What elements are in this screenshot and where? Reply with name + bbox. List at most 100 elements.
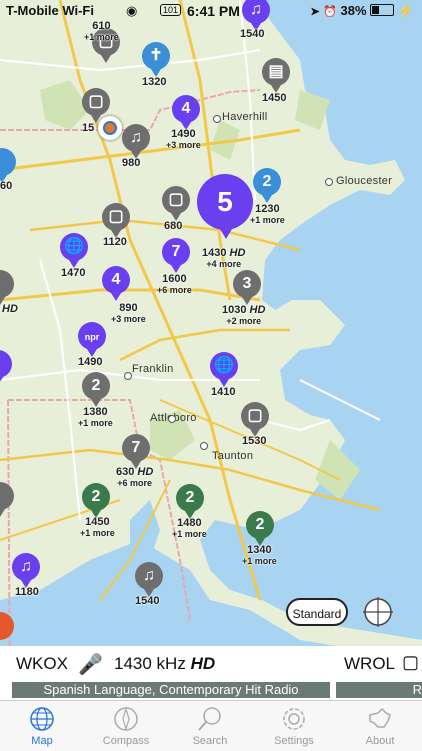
place-gloucester: Gloucester <box>336 175 393 187</box>
chat-bubble-icon: ▢ <box>88 93 104 110</box>
massachusetts-map-icon <box>369 707 391 728</box>
station-marker-label: 1380 +1 more <box>78 406 113 428</box>
radio-icon: ▤ <box>268 63 284 80</box>
station-marker-label: 1600 +6 more <box>157 273 192 295</box>
station-marker[interactable]: ▤ <box>262 58 290 93</box>
place-taunton: Taunton <box>212 450 254 462</box>
station-cluster-marker[interactable]: 7 <box>122 434 150 469</box>
current-location-marker[interactable] <box>98 116 122 140</box>
station-marker[interactable]: 🌐 <box>60 233 88 268</box>
station-marker[interactable]: ♫ <box>12 553 40 588</box>
station-marker[interactable]: ▢ <box>162 186 190 221</box>
globe-music-icon: 🌐 <box>64 238 84 255</box>
guitar-icon: ♫ <box>20 558 32 575</box>
station-marker-label: 1450 +1 more <box>80 516 115 538</box>
gear-icon <box>283 708 305 730</box>
locate-icon[interactable] <box>362 596 394 628</box>
station-callsign: WROL <box>344 654 395 673</box>
tab-search[interactable]: Search <box>168 703 252 747</box>
station-marker[interactable]: ✝ <box>142 42 170 77</box>
guitar-icon: ♫ <box>143 567 155 584</box>
station-marker-label: 890 +3 more <box>111 302 146 324</box>
battery-status: ➤ ⏰ 38% ⚡ <box>310 3 414 19</box>
station-cluster-marker[interactable]: 2 <box>82 483 110 518</box>
station-marker-label: 1410 <box>211 386 236 398</box>
station-marker-label: 1320 <box>142 76 167 88</box>
chat-bubble-icon: ▢ <box>247 407 263 424</box>
place-franklin: Franklin <box>132 363 174 375</box>
station-frequency: 1430 kHz HD <box>114 654 216 673</box>
station-marker[interactable]: npr <box>78 322 106 357</box>
place-taunton-dot <box>200 442 208 450</box>
station-marker-label: 1470 <box>61 267 86 279</box>
globe-music-icon: 🌐 <box>214 357 234 374</box>
station-marker-label: 1530 <box>242 435 267 447</box>
chat-bubble-icon: ▢ <box>168 191 184 208</box>
station-genre: R <box>336 682 422 698</box>
station-marker-label: 1120 <box>103 236 127 248</box>
station-marker[interactable]: ♫ <box>135 562 163 597</box>
station-cluster-marker[interactable]: 2 <box>82 372 110 407</box>
tab-map[interactable]: Map <box>0 703 84 747</box>
microphone-icon: 🎤 <box>78 654 103 676</box>
station-marker[interactable]: ▢ <box>241 402 269 437</box>
station-marker-label: 1480 +1 more <box>172 517 207 539</box>
tab-compass[interactable]: Compass <box>84 703 168 747</box>
station-marker-label: 1450 <box>262 92 287 104</box>
station-marker-label: 60 <box>0 180 13 192</box>
station-marker[interactable]: 🌐 <box>210 352 238 387</box>
station-marker-label: HD <box>2 303 18 315</box>
chat-bubble-icon: ▢ <box>108 208 124 225</box>
station-marker-label: 610 +1 more <box>84 20 119 42</box>
station-card[interactable]: WROL ▢ R <box>336 646 422 700</box>
station-marker[interactable]: ▢ <box>102 203 130 238</box>
station-cluster-marker[interactable]: 2 <box>246 511 274 546</box>
station-cluster-marker[interactable]: 2 <box>176 484 204 519</box>
map-base <box>0 0 422 700</box>
search-icon <box>198 707 221 731</box>
station-cluster-marker-selected[interactable]: 5 <box>197 174 253 239</box>
station-marker[interactable]: ▢ <box>82 88 110 123</box>
station-cluster-marker[interactable]: 2 <box>253 168 281 203</box>
status-bar: T-Mobile Wi-Fi ◉ 6:41 PM 101 ➤ ⏰ 38% ⚡ <box>0 0 422 22</box>
station-marker-label: 680 <box>164 220 183 232</box>
station-marker-label: 1430 HD +4 more <box>202 247 246 269</box>
station-marker-label: 1230 +1 more <box>250 203 285 225</box>
npr-icon: npr <box>84 332 100 342</box>
tab-bar: Map Compass Search Settings About <box>0 700 422 751</box>
station-marker-label: 1030 HD +2 more <box>222 304 266 326</box>
station-cluster-marker[interactable]: 4 <box>102 266 130 301</box>
map-type-button[interactable]: Standard <box>286 598 348 626</box>
station-marker[interactable]: ♫ <box>122 124 150 159</box>
station-marker-label: 980 <box>122 157 141 169</box>
station-marker-label: 1180 <box>15 586 39 598</box>
place-haverhill-dot <box>213 115 221 123</box>
tab-settings[interactable]: Settings <box>252 703 336 747</box>
charging-icon: ⚡ <box>397 3 414 18</box>
place-franklin-dot <box>124 372 132 380</box>
station-cluster-marker[interactable]: 3 <box>233 270 261 305</box>
cross-icon: ✝ <box>149 47 163 64</box>
station-genre: Spanish Language, Contemporary Hit Radio <box>12 682 330 698</box>
tab-about[interactable]: About <box>338 703 422 747</box>
place-haverhill: Haverhill <box>222 111 268 123</box>
highway-badge: 101 <box>160 4 182 16</box>
wifi-icon: ◉ <box>126 3 138 18</box>
map-view[interactable]: Haverhill Gloucester Franklin Attleboro … <box>0 0 422 700</box>
station-cluster-marker[interactable]: 4 <box>172 95 200 130</box>
place-attleboro-dot <box>168 415 176 423</box>
alarm-icon: ⏰ <box>323 6 337 18</box>
station-marker-label: 15 <box>82 122 95 134</box>
station-card[interactable]: WKOX 🎤 1430 kHz HD Spanish Language, Con… <box>0 646 330 700</box>
carrier-label: T-Mobile Wi-Fi <box>6 3 94 18</box>
station-carousel[interactable]: WKOX 🎤 1430 kHz HD Spanish Language, Con… <box>0 646 422 700</box>
globe-icon <box>30 707 54 731</box>
station-marker-label: 1540 <box>135 595 160 607</box>
station-cluster-marker[interactable]: 7 <box>162 238 190 273</box>
station-marker-label: 1340 +1 more <box>242 544 277 566</box>
compass-icon <box>114 706 138 732</box>
guitar-icon: ♫ <box>130 129 142 146</box>
station-marker-label: 1540 <box>240 28 265 40</box>
battery-icon <box>370 4 395 16</box>
place-gloucester-dot <box>325 178 333 186</box>
